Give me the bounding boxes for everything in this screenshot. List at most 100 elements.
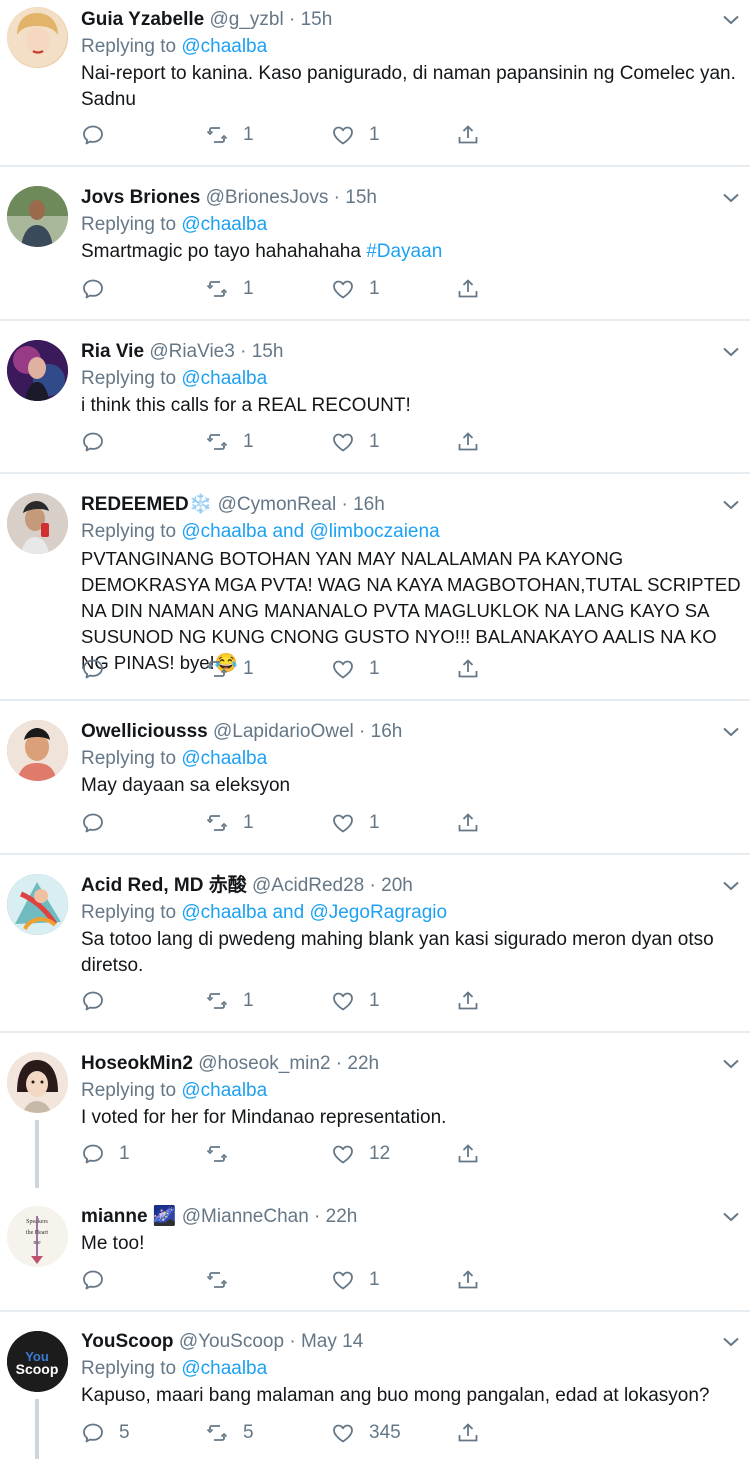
chevron-down-icon[interactable]: [721, 1210, 741, 1224]
timestamp[interactable]: 20h: [381, 875, 413, 896]
user-handle[interactable]: @YouScoop: [179, 1331, 284, 1352]
chevron-down-icon[interactable]: [721, 13, 741, 27]
user-handle[interactable]: @g_yzbl: [209, 9, 283, 30]
display-name[interactable]: Guia Yzabelle: [81, 9, 204, 30]
user-handle[interactable]: @BrionesJovs: [206, 187, 329, 208]
retweet-button[interactable]: 1: [205, 656, 254, 682]
reply-button[interactable]: [81, 429, 119, 455]
tweet[interactable]: Ria Vie @RiaVie3 · 15h Replying to @chaa…: [0, 321, 750, 472]
tweet[interactable]: Speakersthe Heartme mianne 🌌 @MianneChan…: [0, 1188, 750, 1310]
avatar[interactable]: You Scoop: [7, 1331, 68, 1392]
reply-button[interactable]: 1: [81, 1141, 130, 1167]
share-button[interactable]: [456, 1420, 480, 1446]
tweet[interactable]: Owelliciousss @LapidarioOwel · 16h Reply…: [0, 701, 750, 853]
reply-button[interactable]: [81, 988, 119, 1014]
retweet-button[interactable]: 5: [205, 1420, 254, 1446]
avatar[interactable]: [7, 874, 68, 935]
like-button[interactable]: 1: [331, 429, 380, 455]
retweet-button[interactable]: 1: [205, 429, 254, 455]
share-button[interactable]: [456, 429, 480, 455]
like-button[interactable]: 345: [331, 1420, 401, 1446]
like-button[interactable]: 1: [331, 122, 380, 148]
mention-link[interactable]: @chaalba: [181, 1358, 267, 1379]
timestamp[interactable]: 22h: [326, 1206, 358, 1227]
retweet-button[interactable]: 1: [205, 276, 254, 302]
mention-link[interactable]: @chaalba: [181, 214, 267, 235]
mention-link[interactable]: @chaalba: [181, 1080, 267, 1101]
tweet[interactable]: Acid Red, MD 赤酸 @AcidRed28 · 20h Replyin…: [0, 855, 750, 1031]
share-button[interactable]: [456, 656, 480, 682]
chevron-down-icon[interactable]: [721, 879, 741, 893]
avatar[interactable]: [7, 1052, 68, 1113]
timestamp[interactable]: 22h: [347, 1053, 379, 1074]
share-button[interactable]: [456, 988, 480, 1014]
share-button[interactable]: [456, 810, 480, 836]
tweet[interactable]: You Scoop YouScoop @YouScoop · May 14 Rep…: [0, 1312, 750, 1459]
display-name[interactable]: Ria Vie: [81, 341, 144, 362]
share-button[interactable]: [456, 276, 480, 302]
mention-link[interactable]: @chaalba: [181, 521, 267, 542]
retweet-button[interactable]: 1: [205, 122, 254, 148]
mention-link[interactable]: @chaalba: [181, 368, 267, 389]
display-name[interactable]: mianne 🌌: [81, 1206, 176, 1227]
mention-link[interactable]: @limboczaiena: [309, 521, 439, 542]
reply-button[interactable]: [81, 122, 119, 148]
reply-button[interactable]: 5: [81, 1420, 130, 1446]
like-button[interactable]: 1: [331, 810, 380, 836]
display-name[interactable]: HoseokMin2: [81, 1053, 193, 1074]
retweet-button[interactable]: 1: [205, 988, 254, 1014]
timestamp[interactable]: 15h: [252, 341, 284, 362]
share-button[interactable]: [456, 122, 480, 148]
chevron-down-icon[interactable]: [721, 191, 741, 205]
reply-button[interactable]: [81, 656, 119, 682]
timestamp[interactable]: 16h: [371, 721, 403, 742]
display-name[interactable]: Acid Red, MD 赤酸: [81, 875, 247, 896]
display-name[interactable]: REDEEMED❄️: [81, 494, 212, 515]
tweet[interactable]: REDEEMED❄️ @CymonReal · 16h Replying to …: [0, 474, 750, 699]
share-button[interactable]: [456, 1141, 480, 1167]
like-button[interactable]: 12: [331, 1141, 390, 1167]
display-name[interactable]: Jovs Briones: [81, 187, 200, 208]
chevron-down-icon[interactable]: [721, 1335, 741, 1349]
like-button[interactable]: 1: [331, 656, 380, 682]
timestamp[interactable]: 15h: [301, 9, 333, 30]
like-button[interactable]: 1: [331, 988, 380, 1014]
tweet[interactable]: Jovs Briones @BrionesJovs · 15h Replying…: [0, 167, 750, 319]
mention-link[interactable]: @chaalba: [181, 36, 267, 57]
mention-link[interactable]: @chaalba: [181, 748, 267, 769]
avatar[interactable]: Speakersthe Heartme: [7, 1206, 68, 1267]
user-handle[interactable]: @CymonReal: [218, 494, 337, 515]
share-button[interactable]: [456, 1267, 480, 1293]
avatar[interactable]: [7, 340, 68, 401]
reply-button[interactable]: [81, 1267, 119, 1293]
display-name[interactable]: YouScoop: [81, 1331, 174, 1352]
reply-button[interactable]: [81, 810, 119, 836]
avatar[interactable]: [7, 7, 68, 68]
tweet[interactable]: HoseokMin2 @hoseok_min2 · 22h Replying t…: [0, 1033, 750, 1188]
mention-link[interactable]: @chaalba: [181, 902, 267, 923]
avatar[interactable]: [7, 720, 68, 781]
display-name[interactable]: Owelliciousss: [81, 721, 208, 742]
tweet[interactable]: Guia Yzabelle @g_yzbl · 15h Replying to …: [0, 0, 750, 166]
user-handle[interactable]: @LapidarioOwel: [213, 721, 354, 742]
chevron-down-icon[interactable]: [721, 345, 741, 359]
retweet-button[interactable]: [205, 1267, 243, 1293]
user-handle[interactable]: @AcidRed28: [252, 875, 364, 896]
retweet-button[interactable]: [205, 1141, 243, 1167]
user-handle[interactable]: @hoseok_min2: [198, 1053, 330, 1074]
retweet-button[interactable]: 1: [205, 810, 254, 836]
avatar[interactable]: [7, 186, 68, 247]
timestamp[interactable]: 16h: [353, 494, 385, 515]
avatar[interactable]: [7, 493, 68, 554]
like-button[interactable]: 1: [331, 1267, 380, 1293]
user-handle[interactable]: @RiaVie3: [149, 341, 234, 362]
chevron-down-icon[interactable]: [721, 1057, 741, 1071]
chevron-down-icon[interactable]: [721, 725, 741, 739]
user-handle[interactable]: @MianneChan: [182, 1206, 309, 1227]
hashtag-link[interactable]: #Dayaan: [366, 241, 442, 262]
timestamp[interactable]: May 14: [301, 1331, 363, 1352]
like-button[interactable]: 1: [331, 276, 380, 302]
chevron-down-icon[interactable]: [721, 498, 741, 512]
reply-button[interactable]: [81, 276, 119, 302]
mention-link[interactable]: @JegoRagragio: [309, 902, 447, 923]
